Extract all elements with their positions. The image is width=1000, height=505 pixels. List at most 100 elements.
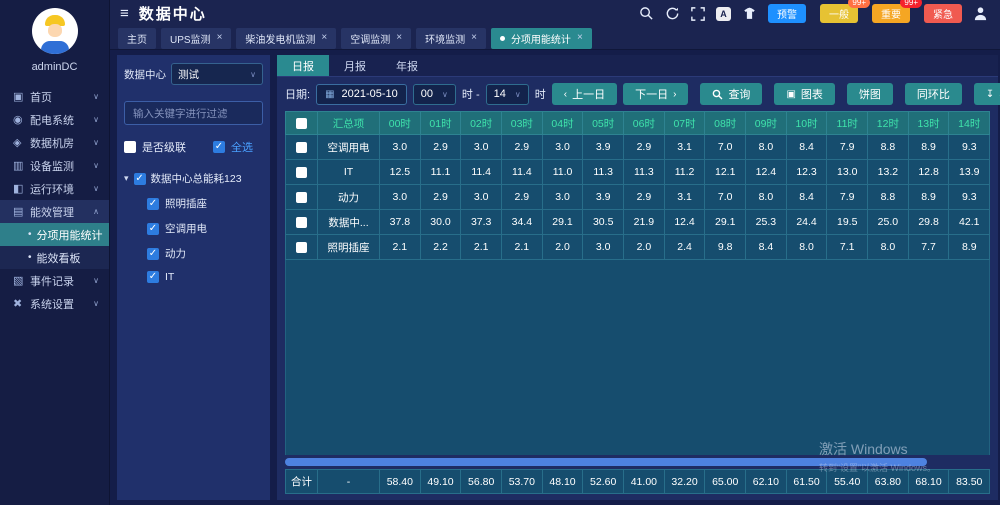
chevron-down-icon: ∨	[93, 299, 99, 308]
chevron-down-icon: ∨	[93, 276, 99, 285]
tree-item-动力[interactable]: ✓动力	[147, 246, 263, 261]
sidebar-item-运行环境[interactable]: ◧运行环境∨	[0, 177, 109, 200]
row-checkbox[interactable]	[296, 142, 307, 153]
sidebar-item-设备监测[interactable]: ▥设备监测∨	[0, 154, 109, 177]
export-button[interactable]: ↧ 导出	[974, 83, 1000, 105]
sidebar-subitem-分项用能统计[interactable]: •分项用能统计	[0, 223, 109, 246]
hour-to-select[interactable]: 14 ∨	[486, 84, 529, 105]
hour-from-select[interactable]: 00 ∨	[413, 84, 456, 105]
next-day-button[interactable]: 下一日 ›	[623, 83, 688, 105]
user-icon[interactable]	[973, 6, 988, 21]
window-tab[interactable]: 主页	[118, 28, 156, 49]
tree-item-checkbox[interactable]: ✓	[147, 248, 159, 260]
window-tab[interactable]: UPS监测×	[161, 28, 231, 49]
tree-item-IT[interactable]: ✓IT	[147, 271, 263, 283]
table-total-row: 合计-58.4049.1056.8053.7048.1052.6041.0032…	[285, 469, 990, 494]
window-tab[interactable]: 柴油发电机监测 ×	[236, 28, 336, 49]
fullscreen-icon[interactable]	[691, 7, 705, 21]
row-value-cell: 7.0	[705, 185, 746, 210]
select-all-checkbox[interactable]: ✓	[213, 141, 225, 153]
compare-button[interactable]: 同环比	[905, 83, 962, 105]
close-icon[interactable]: ×	[321, 33, 327, 43]
window-tab-label: 柴油发电机监测	[245, 31, 315, 46]
header-hour-cell: 11时	[827, 111, 868, 135]
sidebar-item-label: 系统设置	[30, 296, 93, 312]
nav-group: ▣首页∨	[0, 85, 109, 108]
row-value-cell: 8.9	[909, 135, 950, 160]
translate-icon[interactable]: A	[716, 7, 731, 21]
total-dash-cell: -	[318, 469, 380, 494]
sidebar-item-配电系统[interactable]: ◉配电系统∨	[0, 108, 109, 131]
tree-item-空调用电[interactable]: ✓空调用电	[147, 221, 263, 236]
header-hour-cell: 00时	[380, 111, 421, 135]
sidebar-item-系统设置[interactable]: ✖系统设置∨	[0, 292, 109, 315]
total-value-cell: 63.80	[868, 469, 909, 494]
avatar[interactable]	[32, 8, 78, 54]
tree-root-checkbox[interactable]: ✓	[134, 173, 146, 185]
caret-down-icon[interactable]: ▾	[124, 173, 129, 184]
window-tab[interactable]: 分项用能统计×	[491, 28, 592, 49]
alarm-badge-一般[interactable]: 一般99+	[820, 4, 858, 23]
row-checkbox[interactable]	[296, 242, 307, 253]
report-toolbar: 日期: ▦ 2021-05-10 00 ∨ 时 - 14 ∨ 时	[277, 77, 998, 110]
prev-day-button[interactable]: ‹ 上一日	[552, 83, 617, 105]
theme-icon[interactable]	[742, 7, 757, 21]
date-picker[interactable]: ▦ 2021-05-10	[316, 84, 407, 105]
prev-arrow-icon: ‹	[564, 89, 567, 100]
topbar-actions: A 预警一般99+ 重要99+ 紧急	[639, 4, 988, 23]
sidebar-item-数据机房[interactable]: ◈数据机房∨	[0, 131, 109, 154]
tree-item-checkbox[interactable]: ✓	[147, 271, 159, 283]
close-icon[interactable]: ×	[577, 33, 583, 43]
nav-group: ▤能效管理∧•分项用能统计•能效看板	[0, 200, 109, 269]
alarm-badge-重要[interactable]: 重要99+	[872, 4, 910, 23]
alarm-badge-紧急[interactable]: 紧急	[924, 4, 962, 23]
chart-button[interactable]: ▣ 图表	[774, 83, 834, 105]
row-checkbox[interactable]	[296, 167, 307, 178]
event-log-icon: ▧	[13, 274, 30, 287]
horizontal-scrollbar-thumb[interactable]	[285, 458, 927, 466]
row-checkbox[interactable]	[296, 192, 307, 203]
row-checkbox-cell	[285, 160, 318, 185]
report-tab-年报[interactable]: 年报	[381, 55, 433, 76]
total-value-cell: 55.40	[827, 469, 868, 494]
sidebar-item-能效管理[interactable]: ▤能效管理∧	[0, 200, 109, 223]
header-summary-cell: 汇总项	[318, 111, 380, 135]
sidebar-item-事件记录[interactable]: ▧事件记录∨	[0, 269, 109, 292]
pie-button[interactable]: 饼图	[847, 83, 893, 105]
datacenter-select[interactable]: 测试 ∨	[171, 63, 263, 85]
header-hour-cell: 09时	[746, 111, 787, 135]
tree-item-照明插座[interactable]: ✓照明插座	[147, 196, 263, 211]
row-checkbox[interactable]	[296, 217, 307, 228]
close-icon[interactable]: ×	[396, 33, 402, 43]
search-icon[interactable]	[639, 6, 654, 21]
report-tab-月报[interactable]: 月报	[329, 55, 381, 76]
tree-filter-input[interactable]: 输入关键字进行过滤	[124, 101, 263, 125]
header-hour-cell: 05时	[583, 111, 624, 135]
refresh-icon[interactable]	[665, 6, 680, 21]
query-button[interactable]: 查询	[700, 83, 762, 105]
close-icon[interactable]: ×	[217, 33, 223, 43]
sidebar: adminDC ▣首页∨◉配电系统∨◈数据机房∨▥设备监测∨◧运行环境∨▤能效管…	[0, 0, 110, 505]
select-all-rows-checkbox[interactable]	[296, 118, 307, 129]
sidebar-subitem-能效看板[interactable]: •能效看板	[0, 246, 109, 269]
total-value-cell: 49.10	[421, 469, 462, 494]
tree-root-node[interactable]: ▾ ✓ 数据中心总能耗123	[124, 171, 263, 186]
cascade-checkbox[interactable]	[124, 141, 136, 153]
window-tab[interactable]: 环境监测×	[416, 28, 486, 49]
tree-item-checkbox[interactable]: ✓	[147, 198, 159, 210]
sidebar-item-首页[interactable]: ▣首页∨	[0, 85, 109, 108]
row-value-cell: 7.9	[827, 185, 868, 210]
cascade-label: 是否级联	[142, 139, 186, 155]
row-label-cell: 动力	[318, 185, 380, 210]
window-tab[interactable]: 空调监测×	[341, 28, 411, 49]
tree-item-checkbox[interactable]: ✓	[147, 223, 159, 235]
report-tab-日报[interactable]: 日报	[277, 55, 329, 76]
row-value-cell: 2.1	[461, 235, 502, 260]
close-icon[interactable]: ×	[471, 33, 477, 43]
hamburger-menu-icon[interactable]: ≡	[120, 5, 129, 22]
header-hour-cell: 14时	[949, 111, 990, 135]
row-value-cell: 11.3	[624, 160, 665, 185]
tree-root-label: 数据中心总能耗123	[151, 171, 242, 186]
chevron-down-icon: ∨	[515, 90, 521, 99]
alarm-badge-预警[interactable]: 预警	[768, 4, 806, 23]
